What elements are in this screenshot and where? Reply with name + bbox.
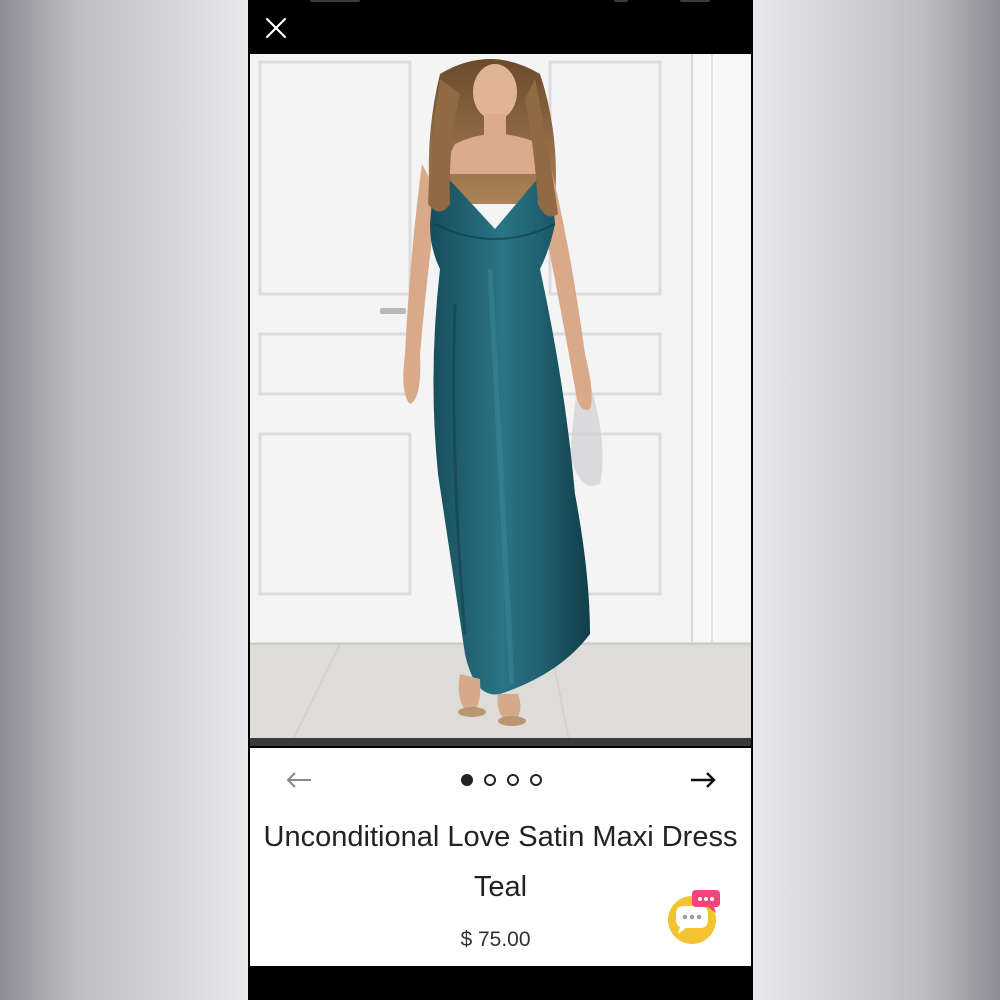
top-bar [248,0,753,54]
carousel-dot[interactable] [530,774,542,786]
status-indicator [680,0,710,2]
chat-bubbles-icon [668,890,720,944]
product-photo [250,54,751,746]
previous-image-button[interactable] [284,766,314,794]
arrow-left-icon [286,772,311,788]
product-image[interactable] [250,54,751,746]
bottom-bar [248,966,753,1000]
product-info-panel: Unconditional Love Satin Maxi Dress Teal… [250,748,751,966]
close-button[interactable] [260,12,292,44]
carousel-dot[interactable] [461,774,473,786]
background-blur-right [752,0,1000,1000]
carousel-dot[interactable] [484,774,496,786]
carousel-controls [250,766,751,794]
phone-screen: Unconditional Love Satin Maxi Dress Teal… [248,0,753,1000]
next-image-button[interactable] [688,766,718,794]
close-icon [265,17,287,39]
status-indicator [310,0,360,2]
arrow-right-icon [691,772,716,788]
status-indicator [614,0,628,2]
carousel-dots [461,773,542,787]
chat-button[interactable] [666,888,722,944]
carousel-dot[interactable] [507,774,519,786]
background-blur-left [0,0,248,1000]
